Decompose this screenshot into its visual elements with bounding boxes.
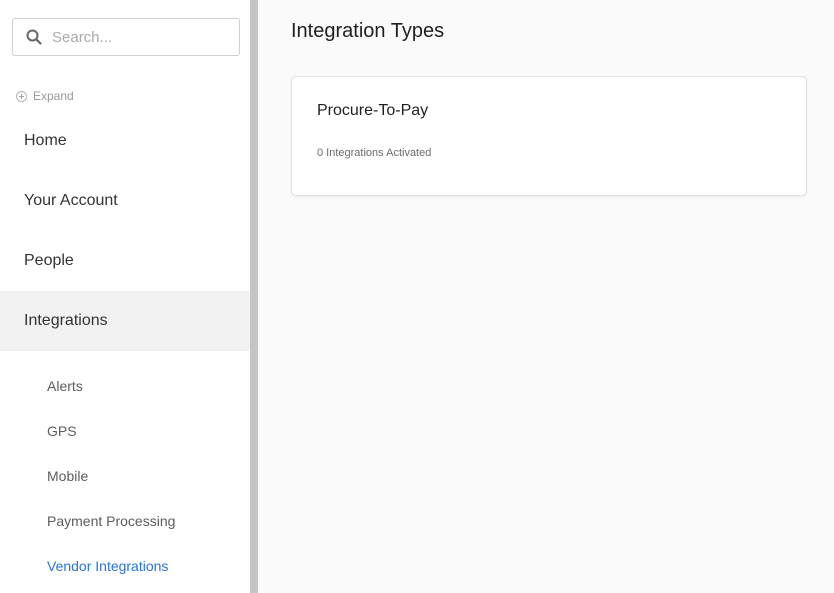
sidebar-item-integrations[interactable]: Integrations [0,291,250,351]
sidebar-subitem-mobile[interactable]: Mobile [0,453,250,498]
page-title: Integration Types [291,20,445,42]
search-input[interactable] [52,28,222,46]
expand-label: Expand [33,89,74,103]
sidebar-subitem-label: Alerts [47,377,83,394]
sidebar-item-home[interactable]: Home [0,111,250,171]
sidebar-subitem-label: Payment Processing [47,512,176,529]
plus-circle-icon [16,90,27,102]
main-content: Integration Types Procure-To-Pay 0 Integ… [258,0,834,593]
integration-type-card[interactable]: Procure-To-Pay 0 Integrations Activated [291,76,807,196]
sidebar-subitem-label: GPS [47,422,77,439]
sidebar-subitem-gps[interactable]: GPS [0,408,250,453]
sidebar-item-label: People [24,252,74,269]
sidebar-subitem-alerts[interactable]: Alerts [0,363,250,408]
sidebar-resize-handle[interactable] [250,0,258,593]
sidebar-item-label: Integrations [24,312,108,329]
search-icon [26,29,42,45]
sidebar-item-your-account[interactable]: Your Account [0,171,250,231]
sidebar-subitem-payment-processing[interactable]: Payment Processing [0,498,250,543]
expand-toggle[interactable]: Expand [16,89,74,103]
sidebar-item-people[interactable]: People [0,231,250,291]
search-box[interactable] [12,18,240,56]
sidebar-subitem-label: Mobile [47,467,89,484]
app-root: Expand Home Your Account People Integrat… [0,0,834,593]
sidebar: Expand Home Your Account People Integrat… [0,0,250,593]
sidebar-subitem-vendor-integrations[interactable]: Vendor Integrations [0,543,250,588]
card-title: Procure-To-Pay [317,102,429,119]
sidebar-item-label: Home [24,132,67,149]
sidebar-subitem-label: Vendor Integrations [47,557,169,574]
sidebar-item-label: Your Account [24,192,118,209]
card-subtitle: 0 Integrations Activated [317,147,432,159]
